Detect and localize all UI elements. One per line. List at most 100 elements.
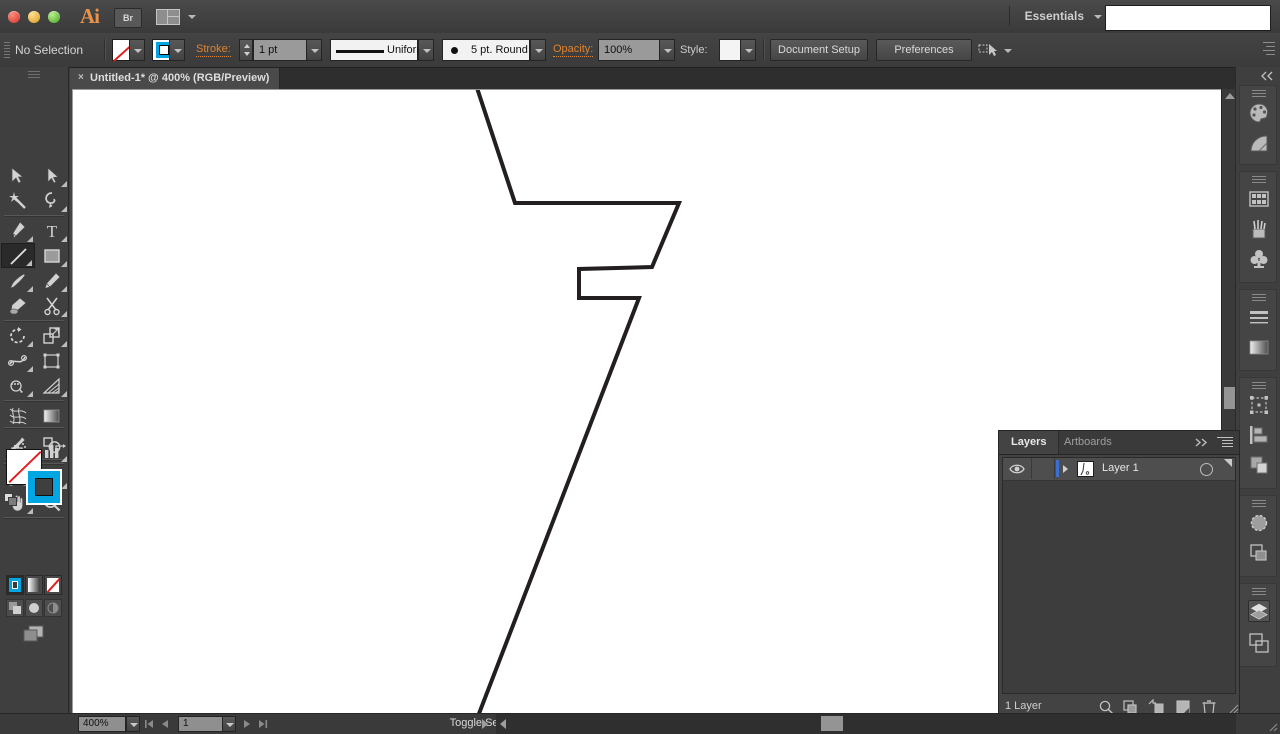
select-similar-chevron-icon[interactable] [1004,49,1012,53]
target-indicator-icon[interactable] [1200,463,1213,476]
tool-direct-selection[interactable] [35,163,69,188]
tool-mesh[interactable] [1,403,35,428]
eye-icon[interactable] [1009,462,1025,476]
symbols-icon[interactable] [1248,248,1270,270]
close-window-button[interactable] [8,11,20,23]
tool-type[interactable]: T [35,218,69,243]
tool-pen[interactable] [1,218,35,243]
stroke-dropdown-button[interactable] [169,39,185,61]
horizontal-scroll-thumb[interactable] [821,716,843,731]
tools-panel-grip[interactable] [28,71,40,79]
align-icon[interactable] [1248,424,1270,446]
brush-definition-dropdown[interactable] [530,39,546,61]
opacity-field[interactable]: 100% [598,39,660,61]
tool-eraser[interactable] [35,293,69,318]
dock-group-grip[interactable] [1252,176,1266,183]
gradient-panel-icon[interactable] [1248,336,1270,358]
bridge-button[interactable]: Br [114,8,142,28]
tool-gradient[interactable] [35,403,69,428]
dock-group-grip[interactable] [1252,382,1266,389]
screen-mode-button[interactable] [22,625,46,643]
layers-panel-button[interactable] [1248,600,1270,622]
color-palette-icon[interactable] [1248,102,1270,124]
transparency-icon[interactable] [1248,512,1270,534]
zoom-level-field[interactable]: 400% [78,716,126,732]
control-bar-grip[interactable] [4,42,10,58]
default-fill-stroke-icon[interactable] [4,493,18,507]
zoom-level-dropdown[interactable] [126,716,140,732]
draw-behind-button[interactable] [25,599,43,617]
status-menu-chevron-icon[interactable] [482,719,488,729]
color-mode-none-button[interactable] [44,575,62,595]
opacity-label[interactable]: Opacity: [553,43,593,57]
tool-free-transform[interactable] [35,348,69,373]
tool-magic-wand[interactable] [1,188,35,213]
opacity-dropdown[interactable] [659,39,675,61]
table-row[interactable]: Layer 1 [1003,458,1235,481]
color-mode-color-button[interactable] [6,575,24,595]
tool-rectangle[interactable] [35,243,69,268]
graphic-style-dropdown[interactable] [740,39,756,61]
tab-artboards[interactable]: Artboards [1052,431,1124,454]
first-artboard-button[interactable] [143,718,155,730]
layers-list[interactable]: Layer 1 [1002,457,1236,694]
window-resize-grip-icon[interactable] [1266,720,1278,732]
chevron-right-icon[interactable] [1063,465,1068,473]
next-artboard-button[interactable] [241,718,253,730]
horizontal-scrollbar[interactable] [496,713,1236,734]
stroke-profile-field[interactable]: Uniform [330,39,418,61]
draw-normal-button[interactable] [6,599,24,617]
close-icon[interactable]: × [78,73,87,82]
tool-width[interactable] [1,348,35,373]
control-bar-menu-icon[interactable] [1263,42,1275,56]
scroll-up-icon[interactable] [1225,93,1235,99]
previous-artboard-button[interactable] [159,718,171,730]
brush-definition-field[interactable]: 5 pt. Round [442,39,530,61]
vertical-scroll-thumb[interactable] [1224,387,1235,409]
tool-lasso[interactable] [35,188,69,213]
workspace-chevron-down-icon[interactable] [1094,15,1102,19]
artboards-panel-icon[interactable] [1248,632,1270,654]
stroke-color-box[interactable] [26,469,62,505]
color-guide-icon[interactable] [1248,132,1270,154]
document-tab[interactable]: × Untitled-1* @ 400% (RGB/Preview) [70,68,280,89]
document-setup-button[interactable]: Document Setup [770,39,868,61]
tool-perspective-grid[interactable] [35,373,69,398]
stroke-profile-dropdown[interactable] [418,39,434,61]
stroke-label[interactable]: Stroke: [196,43,231,57]
tool-shape-builder[interactable] [1,373,35,398]
search-input[interactable] [1105,5,1271,31]
graphic-style-swatch[interactable] [719,39,741,61]
draw-inside-button[interactable] [44,599,62,617]
zoom-window-button[interactable] [48,11,60,23]
expand-panels-icon[interactable] [1260,71,1274,81]
tool-rotate[interactable] [1,323,35,348]
stroke-weight-stepper[interactable] [239,39,253,61]
collapse-panel-icon[interactable] [1195,438,1209,447]
preferences-button[interactable]: Preferences [876,39,972,61]
transform-icon[interactable] [1248,394,1270,416]
tool-selection[interactable] [1,163,35,188]
last-artboard-button[interactable] [257,718,269,730]
stroke-weight-field[interactable]: 1 pt [253,39,307,61]
lock-toggle-cell[interactable] [1031,458,1055,479]
dock-group-grip[interactable] [1252,588,1266,595]
tool-scale[interactable] [35,323,69,348]
panel-menu-icon[interactable] [1217,437,1233,448]
stroke-weight-dropdown[interactable] [306,39,322,61]
tab-layers[interactable]: Layers [999,431,1059,454]
stroke-panel-icon[interactable] [1248,306,1270,328]
tool-line-segment[interactable] [1,243,35,268]
workspace-switcher[interactable]: Essentials [1025,9,1084,23]
layer-name[interactable]: Layer 1 [1102,462,1139,474]
swap-fill-stroke-icon[interactable] [54,443,66,455]
tool-blob-brush[interactable] [1,293,35,318]
arrange-documents-button[interactable] [156,7,198,27]
dock-group-grip[interactable] [1252,500,1266,507]
swatches-icon[interactable] [1248,188,1270,210]
color-mode-gradient-button[interactable] [25,575,43,595]
appearance-icon[interactable] [1248,542,1270,564]
pathfinder-icon[interactable] [1248,454,1270,476]
tool-paintbrush[interactable] [1,268,35,293]
dock-group-grip[interactable] [1252,294,1266,301]
